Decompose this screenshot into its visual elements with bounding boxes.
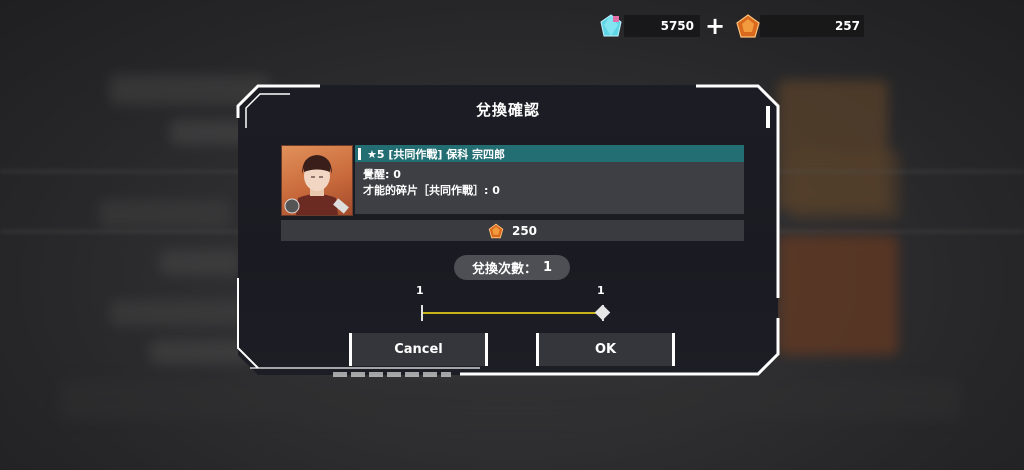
cancel-button-label: Cancel bbox=[394, 342, 443, 357]
add-currency-button[interactable]: + bbox=[702, 14, 728, 40]
crystal-count: 5750 bbox=[660, 19, 694, 33]
accent-bar bbox=[358, 147, 361, 160]
orange-gem-count: 257 bbox=[834, 19, 860, 33]
cost-bar: 250 bbox=[281, 220, 744, 241]
shards-text: 才能的碎片［共同作戰］: 0 bbox=[363, 184, 500, 197]
exchange-count-pill: 兌換次數： 1 bbox=[454, 255, 570, 280]
orange-gem-icon bbox=[735, 13, 761, 39]
cancel-button[interactable]: Cancel bbox=[349, 333, 488, 366]
awakening-text: 覺醒: 0 bbox=[363, 168, 401, 181]
dialog-title: 兌換確認 bbox=[475, 101, 540, 119]
slider-min-tick bbox=[421, 305, 423, 321]
orange-gem-icon bbox=[488, 223, 504, 239]
slider-min-label: 1 bbox=[416, 284, 424, 297]
character-name: ★5 [共同作戰] 保科 宗四郎 bbox=[367, 147, 506, 161]
crystal-gem-icon bbox=[598, 13, 624, 39]
bottom-decoration bbox=[333, 372, 451, 377]
exchange-count-value: 1 bbox=[542, 260, 553, 275]
exchange-count-label: 兌換次數： bbox=[471, 262, 537, 277]
slider-max-label: 1 bbox=[597, 284, 605, 297]
cost-value: 250 bbox=[511, 223, 538, 238]
ok-button[interactable]: OK bbox=[536, 333, 675, 366]
character-portrait bbox=[281, 145, 353, 216]
character-info-panel: ★5 [共同作戰] 保科 宗四郎 覺醒: 0 才能的碎片［共同作戰］: 0 bbox=[355, 145, 744, 214]
character-name-header: ★5 [共同作戰] 保科 宗四郎 bbox=[355, 145, 744, 162]
quantity-slider-track[interactable] bbox=[421, 312, 604, 314]
ok-button-label: OK bbox=[594, 342, 617, 357]
